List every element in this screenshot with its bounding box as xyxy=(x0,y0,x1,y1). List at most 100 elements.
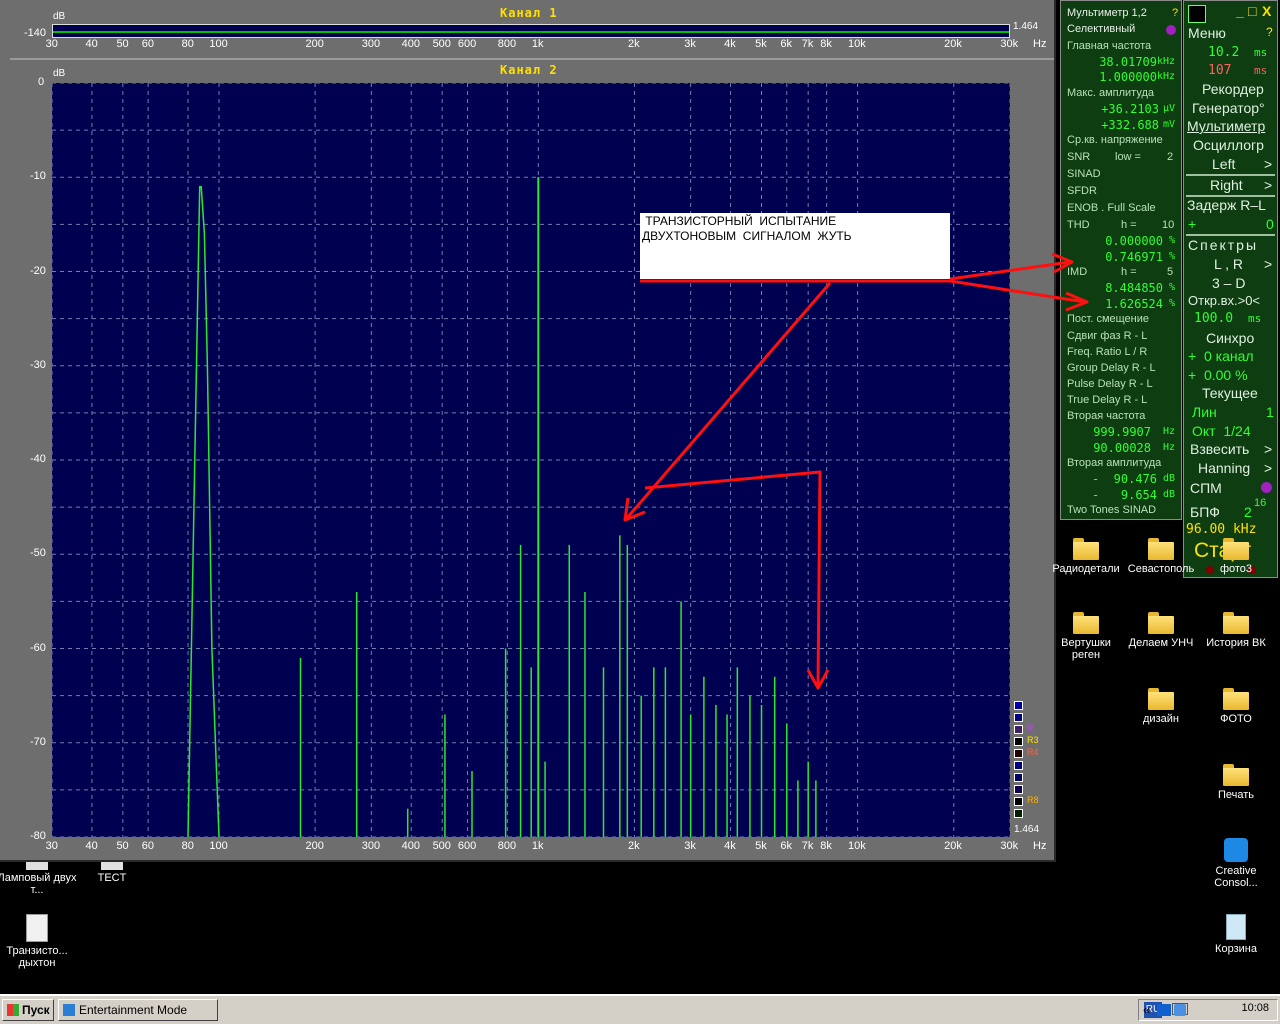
clock[interactable]: 10:08 xyxy=(1241,1002,1269,1014)
imd-label: IMD xyxy=(1067,266,1088,278)
fft-size[interactable]: 16 xyxy=(1254,497,1277,509)
mode-selective[interactable]: Селективный xyxy=(1067,23,1135,35)
freq-tick-label: 20k xyxy=(944,38,962,50)
marker-legend: R R3 R4 R8 xyxy=(1014,700,1054,820)
db-tick-label: 0 xyxy=(38,76,45,88)
freq-tick-label: 600 xyxy=(457,38,477,50)
snr-low-value[interactable]: 2 xyxy=(1167,151,1173,163)
marker-r4[interactable]: R4 xyxy=(1014,747,1054,760)
sync-channel[interactable]: + 0 канал xyxy=(1188,348,1277,364)
recorder-button[interactable]: Рекордер xyxy=(1202,81,1277,97)
freq-tick-label: 20k xyxy=(944,840,962,852)
desktop-icon[interactable]: Радиодетали xyxy=(1046,538,1126,575)
ch1-top-value: -140 xyxy=(24,27,47,39)
freq-tick-label: 1k xyxy=(531,38,544,50)
desktop-icon[interactable]: Корзина xyxy=(1196,914,1276,955)
sync-percent[interactable]: + 0.00 % xyxy=(1188,367,1277,383)
folder-icon xyxy=(1073,612,1099,634)
freq-tick-label: 4k xyxy=(724,840,736,852)
channel1-strip[interactable] xyxy=(52,24,1010,38)
app-logo-icon xyxy=(1188,5,1206,23)
desktop-icon[interactable]: ФОТО xyxy=(1196,688,1276,725)
desktop-icon-label: дизайн xyxy=(1143,713,1179,725)
system-tray: « 10:08 xyxy=(1138,999,1278,1021)
desktop-icon[interactable]: Creative Consol... xyxy=(1196,838,1276,889)
annotation-line-1: ТРАНЗИСТОРНЫЙ ИСПЫТАНИЕ xyxy=(642,214,837,228)
db-tick-label: -60 xyxy=(30,641,46,654)
desktop-icon[interactable]: История ВК xyxy=(1196,612,1276,649)
multimeter-button[interactable]: Мультиметр xyxy=(1187,118,1277,134)
main-freq-label: Главная частота xyxy=(1067,40,1152,52)
max-amp-label: Макс. амплитуда xyxy=(1067,87,1154,99)
network-icon[interactable] xyxy=(1157,1004,1171,1016)
spm-indicator-icon[interactable] xyxy=(1261,482,1272,493)
desktop-icon-label: Севастополь xyxy=(1127,563,1195,575)
desktop-icon[interactable]: Вертушки реген xyxy=(1046,612,1126,661)
ch2-db-unit: dB xyxy=(53,68,66,79)
sample-rate[interactable]: 96.00 kHz xyxy=(1186,522,1277,537)
tray-expand-button[interactable]: « xyxy=(1143,1002,1150,1017)
freq-tick-label: 1k xyxy=(531,840,544,852)
rms-label: Ср.кв. напряжение xyxy=(1067,134,1163,146)
freq-tick-label: 7k xyxy=(801,840,814,852)
enob-label: ENOB . Full Scale xyxy=(1067,202,1156,214)
tray-app-icon[interactable] xyxy=(1174,1004,1186,1016)
sfdr-label: SFDR xyxy=(1067,185,1097,197)
delay-value[interactable]: 0 xyxy=(1266,216,1277,232)
menu-button[interactable]: Меню xyxy=(1188,25,1277,41)
freq-tick-label: 10k xyxy=(848,38,866,50)
mode-indicator-icon[interactable] xyxy=(1166,25,1176,35)
thd-harmonics[interactable]: 10 xyxy=(1162,219,1174,231)
taskbar-task-entertainment[interactable]: Entertainment Mode xyxy=(58,999,218,1021)
ch1-hz-unit: Hz xyxy=(1033,38,1047,50)
start-menu-button[interactable]: Пуск xyxy=(2,999,54,1021)
second-freq-label: Вторая частота xyxy=(1067,410,1146,422)
marker-r8[interactable]: R8 xyxy=(1014,795,1054,808)
taskbar: Пуск Entertainment Mode RU « 10:08 xyxy=(0,994,1280,1024)
multimeter-help-icon[interactable]: ? xyxy=(1172,7,1178,19)
control-panel: _ □ X Меню ? 10.2 ms 107 ms Рекордер Ген… xyxy=(1183,0,1278,578)
delay-button[interactable]: Задерж R–L xyxy=(1187,197,1277,213)
annotation-note: ТРАНЗИСТОРНЫЙ ИСПЫТАНИЕ ДВУХТОНОВЫМ СИГН… xyxy=(640,213,950,279)
desktop-icon[interactable]: Ламповый двух т... xyxy=(0,862,77,896)
current-button[interactable]: Текущее xyxy=(1202,385,1277,401)
freq-tick-label: 6k xyxy=(780,38,793,50)
3d-button[interactable]: 3 – D xyxy=(1212,275,1277,291)
freq-tick-label: 8k xyxy=(820,38,832,50)
desktop-icon[interactable]: Севастополь xyxy=(1121,538,1201,575)
freq-tick-label: 8k xyxy=(820,840,832,852)
octave-button[interactable]: Окт 1/24 xyxy=(1192,423,1277,439)
desktop-icon[interactable]: TECT xyxy=(72,862,152,884)
generator-button[interactable]: Генератор° xyxy=(1192,100,1277,116)
desktop-icon[interactable]: Делаем УНЧ xyxy=(1121,612,1201,649)
second-amp-label: Вторая амплитуда xyxy=(1067,457,1162,469)
close-button[interactable]: X xyxy=(1262,3,1277,19)
folder-icon xyxy=(1148,538,1174,560)
freq-tick-label: 5k xyxy=(755,840,767,852)
creative-console-icon xyxy=(1224,838,1248,862)
freq-tick-label: 4k xyxy=(724,38,736,50)
spectra-button[interactable]: Спектры xyxy=(1188,237,1277,253)
freq-tick-label: 800 xyxy=(497,38,517,50)
channel1-title: Канал 1 xyxy=(500,6,558,20)
folder-icon xyxy=(1148,688,1174,710)
desktop-icon[interactable]: Печать xyxy=(1196,764,1276,801)
desktop-icon-label: Печать xyxy=(1217,789,1255,801)
spectrum-plot[interactable] xyxy=(52,83,1010,837)
lin-value[interactable]: 1 xyxy=(1266,404,1277,420)
desktop-icon[interactable]: Транзисто... дыхтон xyxy=(0,914,77,969)
sync-button[interactable]: Синхро xyxy=(1206,330,1277,346)
open-input-button[interactable]: Откр.вх.>0< xyxy=(1188,293,1277,308)
ch1-db-unit: dB xyxy=(53,11,66,22)
desktop-icon[interactable]: дизайн xyxy=(1121,688,1201,725)
desktop-icon[interactable]: фото3 xyxy=(1196,538,1276,575)
desktop-icon-label: Creative Consol... xyxy=(1214,865,1258,889)
channel2-title: Канал 2 xyxy=(500,63,558,77)
freq-tick-label: 50 xyxy=(116,38,129,50)
control-help-icon[interactable]: ? xyxy=(1266,25,1277,39)
desktop-icon-label: Делаем УНЧ xyxy=(1128,637,1194,649)
freq-tick-label: 300 xyxy=(361,840,381,852)
db-tick-label: -70 xyxy=(30,735,46,748)
imd-harmonics[interactable]: 5 xyxy=(1167,266,1173,278)
oscilloscope-button[interactable]: Осциллогр xyxy=(1193,137,1277,153)
